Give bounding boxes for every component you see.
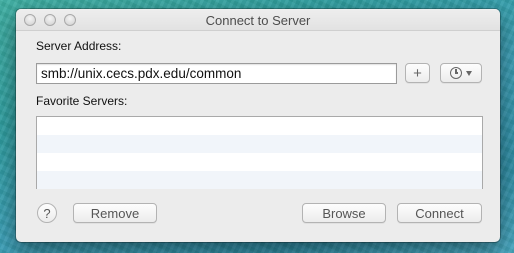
server-address-label: Server Address:	[36, 39, 122, 53]
add-favorite-button[interactable]: +	[405, 63, 430, 83]
browse-button[interactable]: Browse	[302, 203, 386, 223]
chevron-down-icon	[466, 70, 472, 76]
window-title: Connect to Server	[205, 13, 311, 28]
connect-to-server-window: Connect to Server Server Address: + Favo…	[16, 9, 500, 242]
clock-icon	[450, 67, 462, 79]
title-bar: Connect to Server	[16, 9, 500, 31]
list-item[interactable]	[37, 135, 482, 153]
favorite-servers-label: Favorite Servers:	[36, 94, 128, 108]
favorite-servers-list[interactable]	[36, 116, 483, 189]
recent-servers-button[interactable]	[440, 63, 482, 83]
list-item[interactable]	[37, 171, 482, 189]
help-button[interactable]: ?	[37, 203, 57, 223]
connect-button[interactable]: Connect	[397, 203, 482, 223]
list-item[interactable]	[37, 117, 482, 135]
server-address-input[interactable]	[36, 63, 397, 84]
remove-button[interactable]: Remove	[73, 203, 157, 223]
list-item[interactable]	[37, 153, 482, 171]
